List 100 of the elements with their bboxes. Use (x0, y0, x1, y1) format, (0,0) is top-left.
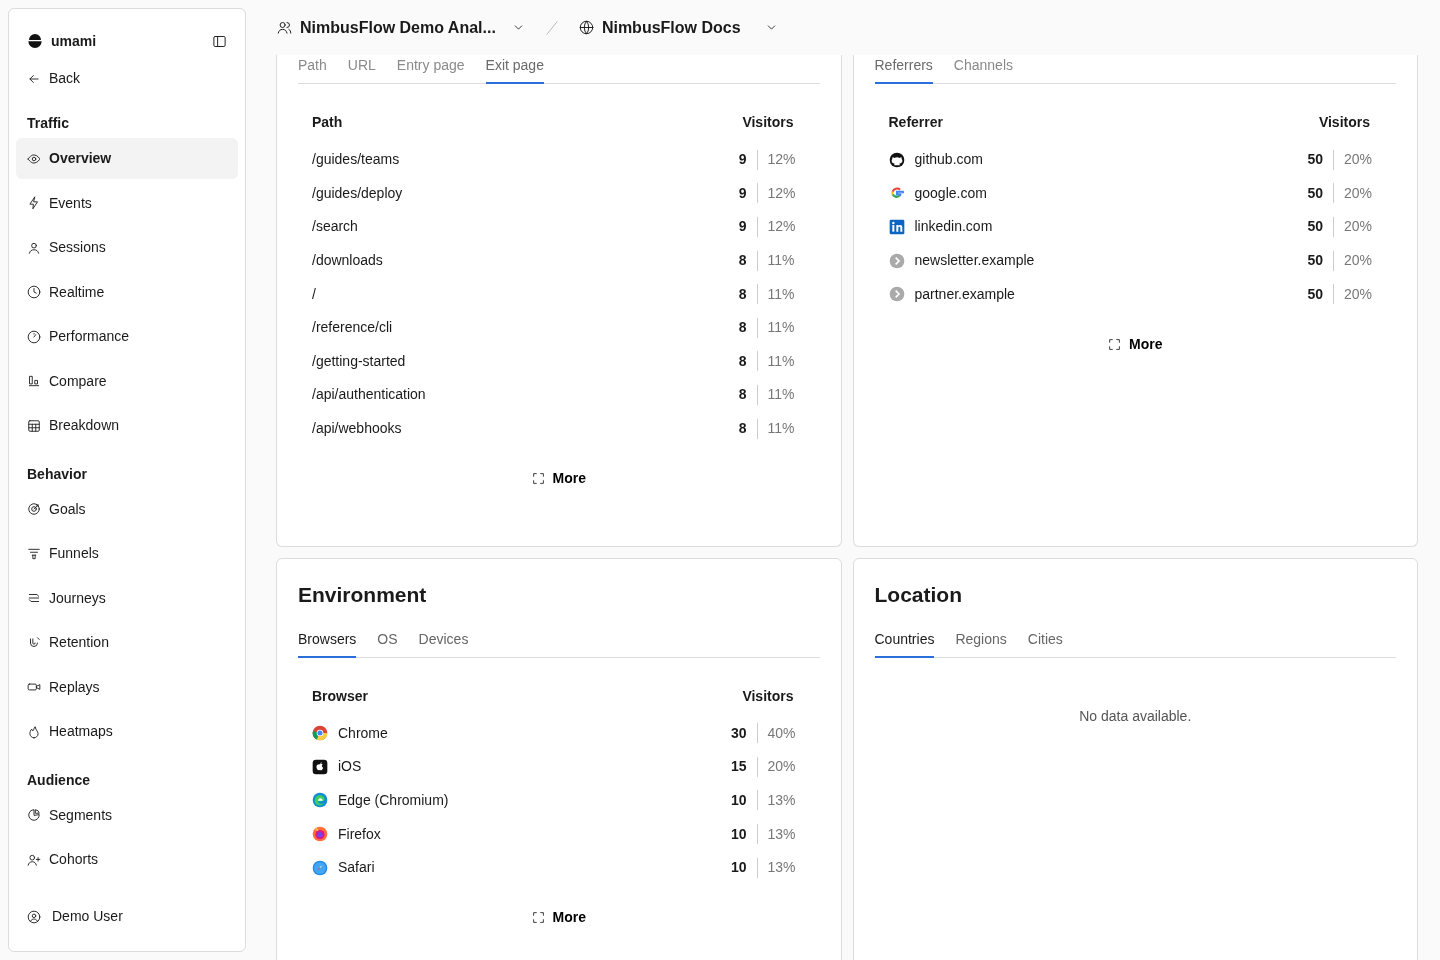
nav-item[interactable]: Breakdown (16, 405, 238, 446)
tab[interactable]: Referrers (874, 55, 933, 84)
edge-icon (312, 792, 328, 809)
nav-item[interactable]: Performance (16, 316, 238, 357)
nav-item[interactable]: Realtime (16, 271, 238, 313)
visitor-count: 50 (1306, 217, 1323, 237)
visitor-count: 50 (1306, 251, 1323, 271)
section-title: Traffic (26, 114, 70, 133)
visitor-count: 15 (729, 757, 747, 777)
column-header: Visitors (742, 113, 794, 132)
visitor-percent: 20% (1344, 150, 1374, 170)
column-header: Visitors (1318, 113, 1370, 132)
tab[interactable]: Browsers (298, 628, 357, 658)
more-button[interactable]: More (1102, 332, 1169, 356)
nav-item[interactable]: Cohorts (16, 839, 238, 880)
eye-icon (27, 151, 41, 166)
visitor-percent: 11% (767, 419, 796, 439)
row-label: iOS (338, 757, 362, 777)
nav-item[interactable]: Overview (16, 138, 238, 179)
nav-item[interactable]: Events (16, 182, 238, 224)
column-header: Visitors (742, 686, 794, 706)
apple-icon (312, 758, 328, 775)
visitor-percent: 12% (767, 217, 797, 237)
visitor-count: 8 (737, 351, 747, 371)
nav-item[interactable]: Compare (16, 360, 238, 402)
tab[interactable]: Channels (953, 55, 1013, 84)
row-label: Chrome (338, 723, 388, 743)
user-menu[interactable]: Demo User (16, 896, 238, 937)
back-link[interactable]: Back (16, 58, 238, 99)
tab[interactable]: OS (377, 628, 398, 658)
column-header: Referrer (888, 113, 943, 132)
nav-item[interactable]: Heatmaps (16, 711, 238, 752)
nav-item[interactable]: Retention (16, 622, 238, 663)
visitor-count: 8 (737, 251, 747, 271)
linkedin-icon (888, 219, 905, 235)
nav-item[interactable]: Goals (16, 488, 238, 530)
row-label: /guides/deploy (312, 183, 403, 203)
visitor-percent: 20% (1344, 284, 1374, 304)
target-icon (27, 502, 41, 516)
more-button[interactable]: More (525, 467, 592, 491)
visitor-count: 50 (1306, 284, 1323, 304)
tab[interactable]: Devices (418, 628, 469, 658)
compass-icon (312, 859, 328, 876)
row-label: github.com (914, 150, 983, 170)
visitor-percent: 11% (767, 251, 796, 271)
expand-icon (1108, 337, 1121, 351)
row-label: partner.example (914, 284, 1015, 304)
tab[interactable]: URL (347, 55, 376, 84)
visitor-count: 9 (737, 183, 747, 203)
row-label: Edge (Chromium) (338, 791, 449, 810)
person-icon (27, 240, 41, 255)
visitor-count: 8 (737, 385, 747, 405)
panel-title: Location (874, 582, 963, 608)
row-label: /downloads (312, 251, 383, 271)
nav-item[interactable]: Sessions (16, 227, 238, 268)
nav-item[interactable]: Journeys (16, 577, 238, 619)
people-icon (277, 20, 292, 35)
visitor-count: 10 (729, 791, 747, 810)
bar-compare-icon (27, 374, 41, 388)
brand-name: umami (51, 32, 97, 51)
video-icon (27, 680, 41, 694)
visitor-percent: 11% (767, 385, 796, 405)
nav-item[interactable]: Segments (16, 794, 238, 836)
logo-icon (27, 33, 43, 50)
more-button[interactable]: More (525, 906, 592, 930)
visitor-percent: 20% (1344, 183, 1374, 203)
visitor-percent: 12% (767, 183, 797, 203)
pie-chart-icon (27, 808, 41, 822)
team-selector[interactable]: NimbusFlow Demo Anal... (276, 14, 526, 41)
panel-title: Environment (298, 582, 428, 608)
sidebar-toggle-icon (212, 34, 227, 49)
expand-icon (531, 472, 545, 486)
nav-item[interactable]: Funnels (16, 533, 238, 574)
visitor-percent: 11% (767, 351, 796, 371)
expand-icon (531, 911, 545, 925)
row-label: /guides/teams (312, 150, 400, 170)
visitor-count: 9 (737, 217, 747, 237)
tab[interactable]: Countries (874, 628, 935, 658)
visitor-count: 8 (737, 419, 747, 439)
tab[interactable]: Path (298, 55, 327, 84)
website-selector[interactable]: NimbusFlow Docs (577, 14, 779, 41)
tab[interactable]: Exit page (485, 55, 544, 84)
tab[interactable]: Cities (1027, 628, 1063, 658)
nav-item[interactable]: Replays (16, 666, 238, 708)
section-title: Audience (26, 770, 91, 790)
visitor-count: 50 (1306, 183, 1323, 203)
visitor-count: 10 (729, 824, 747, 844)
row-label: /search (312, 217, 358, 237)
column-header: Browser (312, 686, 369, 706)
chevron-circle-icon (888, 252, 905, 269)
tab[interactable]: Entry page (396, 55, 465, 84)
slash-icon (543, 19, 560, 36)
column-header: Path (312, 113, 343, 132)
row-label: /reference/cli (312, 318, 393, 338)
firefox-icon (312, 826, 328, 843)
visitor-percent: 20% (1344, 217, 1374, 237)
visitor-count: 50 (1306, 150, 1323, 170)
funnel-icon (27, 546, 41, 561)
tab[interactable]: Regions (955, 628, 1007, 658)
visitor-percent: 40% (767, 723, 797, 743)
